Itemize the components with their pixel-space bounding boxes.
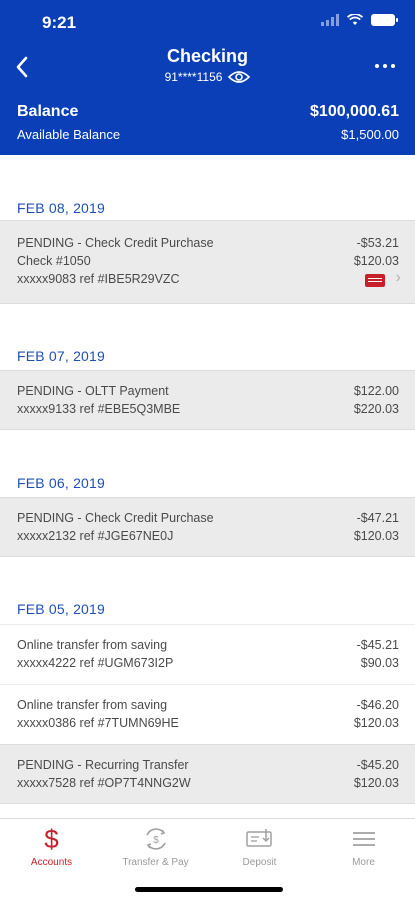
tab-label: Deposit <box>242 857 277 868</box>
transaction-row[interactable]: Online transfer from saving xxxxx0386 re… <box>0 684 415 744</box>
tab-label: Accounts <box>30 857 73 868</box>
tab-accounts[interactable]: $ Accounts <box>10 825 93 868</box>
date-header: FEB 06, 2019 <box>17 475 106 491</box>
transaction-balance: $120.03 <box>353 716 399 730</box>
transaction-list[interactable]: FEB 08, 2019 PENDING - Check Credit Purc… <box>0 155 415 818</box>
transaction-amount: -$46.20 <box>356 698 399 712</box>
transaction-title: PENDING - Check Credit Purchase <box>17 236 214 250</box>
status-time: 9:21 <box>42 13 77 32</box>
page-title: Checking <box>166 46 249 66</box>
transaction-row[interactable]: PENDING - Recurring Transfer xxxxx7528 r… <box>0 744 415 804</box>
transaction-reference: xxxxx4222 ref #UGM673I2P <box>17 656 174 670</box>
transaction-amount: -$47.21 <box>356 511 399 525</box>
wifi-icon <box>347 14 363 25</box>
tab-transfer-pay[interactable]: $ Transfer & Pay <box>114 825 197 868</box>
transaction-reference: xxxxx0386 ref #7TUMN69HE <box>17 716 179 730</box>
transaction-balance: $220.03 <box>353 402 399 416</box>
date-header: FEB 08, 2019 <box>17 200 106 216</box>
status-icons <box>321 14 398 26</box>
transfer-icon: $ <box>114 825 197 853</box>
account-number: 91****1156 <box>164 70 223 84</box>
transaction-title: PENDING - OLTT Payment <box>17 384 169 398</box>
tab-label: Transfer & Pay <box>122 857 189 868</box>
more-options-button[interactable] <box>375 64 395 68</box>
battery-icon <box>371 14 398 26</box>
tab-label: More <box>352 857 375 868</box>
transaction-row[interactable]: PENDING - OLTT Payment xxxxx9133 ref #EB… <box>0 370 415 430</box>
transaction-reference: xxxxx7528 ref #OP7T4NNG2W <box>17 776 191 790</box>
transaction-balance: $120.03 <box>353 529 399 543</box>
transaction-check-number: Check #1050 <box>17 254 91 268</box>
available-balance-label: Available Balance <box>17 127 121 142</box>
transaction-amount: -$45.21 <box>356 638 399 652</box>
eye-icon[interactable] <box>228 70 251 84</box>
transaction-title: PENDING - Recurring Transfer <box>17 758 189 772</box>
transaction-row[interactable]: PENDING - Check Credit Purchase Check #1… <box>0 220 415 304</box>
date-header: FEB 05, 2019 <box>17 601 106 617</box>
dollar-icon: $ <box>44 824 59 854</box>
available-balance-value: $1,500.00 <box>341 127 399 142</box>
tab-deposit[interactable]: Deposit <box>218 825 301 868</box>
balance-value: $100,000.61 <box>310 103 399 120</box>
account-header: 9:21 Checking 91****1156 Balance $100,00… <box>0 0 415 155</box>
transaction-balance: $90.03 <box>360 656 399 670</box>
transaction-amount: $122.00 <box>353 384 399 398</box>
check-image-icon[interactable] <box>365 274 385 287</box>
transaction-row[interactable]: PENDING - Check Credit Purchase xxxxx213… <box>0 497 415 557</box>
balance-label: Balance <box>17 103 79 120</box>
transaction-title: Online transfer from saving <box>17 638 168 652</box>
transaction-reference: xxxxx2132 ref #JGE67NE0J <box>17 529 174 543</box>
transaction-title: PENDING - Check Credit Purchase <box>17 511 214 525</box>
transaction-balance: $120.03 <box>353 776 399 790</box>
transaction-balance: $120.03 <box>353 254 399 268</box>
menu-icon <box>322 825 405 853</box>
home-indicator <box>135 887 283 892</box>
signal-icon <box>321 14 339 26</box>
svg-text:$: $ <box>153 835 159 846</box>
transaction-reference: xxxxx9083 ref #IBE5R29VZC <box>17 272 180 286</box>
account-number-row: 91****1156 <box>0 70 415 84</box>
transaction-amount: -$45.20 <box>356 758 399 772</box>
transaction-row[interactable]: Online transfer from saving xxxxx4222 re… <box>0 624 415 684</box>
transaction-reference: xxxxx9133 ref #EBE5Q3MBE <box>17 402 181 416</box>
more-dot-icon <box>391 64 395 68</box>
transaction-amount: -$53.21 <box>356 236 399 250</box>
more-dot-icon <box>383 64 387 68</box>
more-dot-icon <box>375 64 379 68</box>
deposit-icon <box>218 825 301 853</box>
transaction-title: Online transfer from saving <box>17 698 168 712</box>
tab-more[interactable]: More <box>322 825 405 868</box>
date-header: FEB 07, 2019 <box>17 348 106 364</box>
chevron-right-icon: › <box>395 269 401 286</box>
